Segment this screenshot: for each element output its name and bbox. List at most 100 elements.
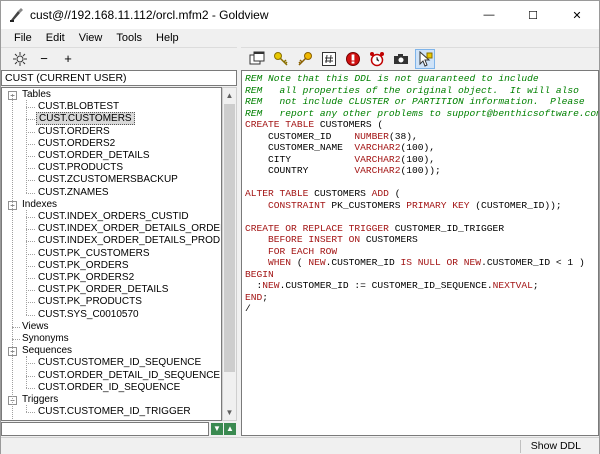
tree-group[interactable]: Synonyms (20, 333, 71, 345)
tree-item[interactable]: CUST.PRODUCTS (36, 162, 125, 174)
ddl-token: REM Note that this DDL is not guaranteed… (245, 73, 539, 84)
tree-item[interactable]: CUST.PK_CUSTOMERS (36, 248, 152, 260)
tree-connector (26, 209, 27, 315)
hash-button[interactable] (319, 49, 339, 69)
ddl-token: CUSTOMERS (365, 234, 418, 245)
ddl-line: REM report any other problems to support… (245, 108, 598, 120)
tree-item[interactable]: CUST.INDEX_ORDERS_CUSTID (36, 211, 191, 223)
object-tree[interactable]: − Tables CUST.BLOBTEST CUST.CUSTOMERS CUST.O… (1, 87, 222, 421)
tree-connector (26, 314, 35, 316)
tree-item[interactable]: CUST.ORDERS2 (36, 138, 117, 150)
tree-item-label: Indexes (22, 198, 58, 210)
tree-item[interactable]: CUST.CUSTOMER_ID_TRIGGER (36, 406, 193, 418)
menu-edit[interactable]: Edit (39, 32, 72, 44)
collapse-button[interactable]: − (33, 49, 55, 69)
tree-item[interactable]: CUST.ZNAMES (36, 187, 111, 199)
tree-group[interactable]: Tables (20, 89, 53, 101)
show-ddl-button[interactable] (415, 48, 435, 69)
ddl-token: (100), (400, 153, 435, 165)
ddl-line: WHEN ( NEW.CUSTOMER_ID IS NULL OR NEW.CU… (245, 257, 598, 269)
tree-connector (26, 180, 35, 182)
ddl-token: VARCHAR2 (354, 165, 401, 176)
tree-connector (26, 192, 35, 194)
foreign-key-button[interactable] (295, 49, 315, 69)
stop-button[interactable] (343, 49, 363, 69)
ddl-token: CONSTRAINT (245, 199, 332, 211)
ddl-line: FOR EACH ROW (245, 246, 598, 258)
tree-item-label: Synonyms (22, 333, 69, 344)
tree-item[interactable]: CUST.CUSTOMERS (36, 112, 135, 126)
ddl-line: / (245, 303, 598, 315)
scroll-up-icon[interactable]: ▲ (223, 88, 236, 103)
key-button[interactable] (271, 49, 291, 69)
tree-connector (26, 253, 35, 255)
tree-connector (26, 100, 27, 193)
tree-item[interactable]: CUST.ORDER_ID_SEQUENCE (36, 382, 182, 394)
minimize-icon: — (483, 9, 495, 21)
maximize-button[interactable]: ☐ (511, 1, 555, 29)
menu-file[interactable]: File (7, 32, 39, 44)
close-button[interactable]: ✕ (555, 1, 599, 29)
tree-item-label: Sequences (22, 345, 73, 357)
tree-item-label: CUST.ZNAMES (38, 186, 109, 198)
tree-item[interactable]: CUST.PK_PRODUCTS (36, 296, 144, 308)
tree-item-label: CUST.ORDERS2 (38, 137, 116, 149)
tree-item[interactable]: CUST.ORDER_DETAIL_ID_SEQUENCE (36, 370, 221, 382)
ddl-editor[interactable]: REM Note that this DDL is not guaranteed… (241, 70, 599, 436)
tree-group[interactable]: Sequences (20, 345, 74, 357)
ddl-token: NEW (262, 280, 280, 291)
ddl-token: CUSTOMERS (314, 188, 372, 199)
filter-input[interactable] (1, 422, 209, 436)
ddl-token: WHEN (245, 257, 297, 268)
tree-scrollbar[interactable]: ▲ ▼ (222, 87, 237, 421)
tree-item-label: Triggers (22, 394, 59, 405)
expand-button[interactable]: + (57, 49, 79, 69)
menu-help[interactable]: Help (149, 32, 186, 44)
tree-item-label: CUST.BLOBTEST (38, 101, 120, 113)
ddl-token: CREATE TABLE (245, 119, 320, 130)
minimize-button[interactable]: — (467, 1, 511, 29)
refresh-icon (13, 51, 27, 66)
tree-group[interactable]: Views (20, 321, 51, 333)
ddl-token: : (245, 280, 263, 291)
scroll-thumb[interactable] (224, 104, 235, 372)
schema-selector[interactable]: CUST (CURRENT USER) (1, 70, 237, 86)
next-down-button[interactable]: ▼ (211, 423, 223, 435)
tree-item[interactable]: CUST.PK_ORDERS2 (36, 272, 136, 284)
menu-tools[interactable]: Tools (109, 32, 149, 44)
ddl-line: REM all properties of the original objec… (245, 85, 598, 97)
ddl-line: CUSTOMER_NAME VARCHAR2(100), (245, 142, 598, 154)
menu-view[interactable]: View (72, 32, 110, 44)
tree-connector (26, 302, 35, 304)
sql-window-button[interactable] (247, 49, 267, 69)
ddl-token: VARCHAR2 (354, 142, 401, 153)
ddl-token: FOR EACH ROW (245, 245, 338, 257)
next-up-button[interactable]: ▲ (224, 423, 236, 435)
tree-item-label: CUST.PK_CUSTOMERS (38, 247, 150, 259)
camera-button[interactable] (391, 49, 411, 69)
tree-item-label: CUST.INDEX_ORDER_DETAILS_PRODID (38, 235, 222, 247)
tree-item[interactable]: CUST.ORDER_DETAILS (36, 150, 152, 162)
tree-item[interactable]: CUST.ZCUSTOMERSBACKUP (36, 174, 180, 186)
tree-item[interactable]: CUST.SYS_C0010570 (36, 309, 141, 321)
ddl-line (245, 177, 598, 189)
tree-item[interactable]: CUST.ORDERS (36, 126, 112, 138)
tree-connector (26, 241, 35, 243)
tree-item[interactable]: CUST.INDEX_ORDER_DETAILS_ORDERID (36, 223, 221, 235)
alarm-button[interactable] (367, 49, 387, 69)
scroll-down-icon[interactable]: ▼ (223, 405, 236, 420)
tree-item[interactable]: CUST.INDEX_ORDER_DETAILS_PRODID (36, 235, 222, 247)
tree-item[interactable]: CUST.PK_ORDER_DETAILS (36, 284, 170, 296)
ddl-token: IS NULL OR NEW (400, 257, 482, 268)
tree-item[interactable]: CUST.PK_ORDERS (36, 260, 131, 272)
title-bar[interactable]: cust@//192.168.11.112/orcl.mfm2 - Goldvi… (1, 1, 599, 29)
ddl-token: VARCHAR2 (354, 153, 401, 165)
tree-item[interactable]: CUST.BLOBTEST (36, 101, 121, 113)
ddl-token: ; (262, 291, 269, 303)
menu-bar: File Edit View Tools Help (1, 29, 599, 47)
ddl-token: PK_CUSTOMERS (331, 199, 407, 211)
ddl-filter-icon (419, 50, 433, 67)
ddl-line: REM Note that this DDL is not guaranteed… (245, 73, 598, 85)
refresh-button[interactable] (9, 49, 31, 69)
tree-item[interactable]: CUST.CUSTOMER_ID_SEQUENCE (36, 357, 203, 369)
